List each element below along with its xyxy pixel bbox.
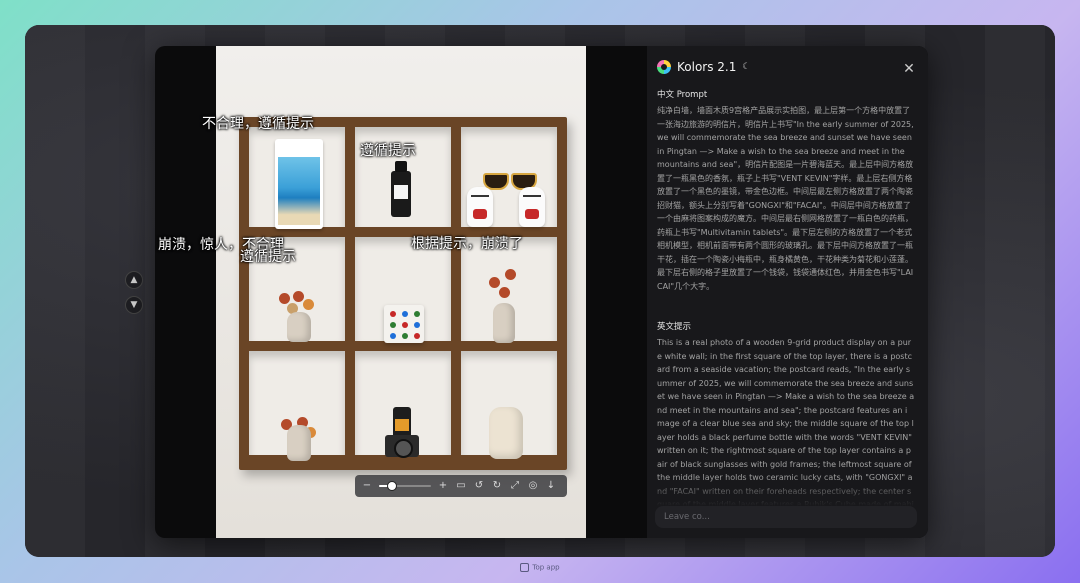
- annotation-label: 遵循提示: [360, 143, 416, 159]
- rotate-left-icon[interactable]: ↺: [473, 480, 485, 492]
- footer-brand: Top app: [0, 563, 1080, 572]
- money-bag: [489, 407, 523, 459]
- ceramic-vase: [493, 303, 515, 343]
- postcard: [275, 139, 323, 229]
- image-viewer-modal: − + ▭ ↺ ↻ ⤢ ◎ ↓ 不合理，遵循提示 遵循提示 崩溃，惊人，不合理 …: [155, 46, 928, 538]
- app-icon: [520, 563, 530, 572]
- fullscreen-icon[interactable]: ⤢: [509, 480, 521, 492]
- download-icon[interactable]: ↓: [545, 480, 557, 492]
- wooden-9-grid-shelf: [239, 117, 567, 470]
- mahjong-cube: [384, 305, 424, 343]
- moon-icon: ☾: [742, 62, 751, 72]
- zh-prompt-title: 中文 Prompt: [657, 90, 708, 100]
- lucky-cat: [519, 187, 545, 227]
- annotation-label: 遵循提示: [240, 249, 296, 265]
- lucky-cat: [467, 187, 493, 227]
- close-icon[interactable]: ✕: [902, 62, 916, 76]
- zh-prompt-text: 纯净白墙，墙面木质9宫格产品展示实拍图，最上层第一个方格中放置了一张海边旅游的明…: [657, 106, 914, 291]
- ceramic-vase: [287, 312, 311, 342]
- zoom-slider[interactable]: [379, 480, 431, 492]
- zoom-out-icon[interactable]: −: [361, 480, 373, 492]
- camera-model: [385, 435, 419, 458]
- annotation-label: 根据提示，崩溃了: [411, 236, 523, 252]
- prompt-panel: Kolors 2.1 ☾ ✕ 中文 Prompt 纯净白墙，墙面木质9宫格产品展…: [647, 46, 928, 538]
- original-size-icon[interactable]: ◎: [527, 480, 539, 492]
- annotation-label: 不合理，遵循提示: [202, 116, 314, 132]
- ceramic-vase: [287, 425, 311, 461]
- sunglasses: [483, 173, 537, 190]
- app-window: ▲ ▼ − + ▭ ↺ ↻ ⤢ ◎ ↓ 不合理，遵循提示 遵循提示 崩溃，惊人，…: [25, 25, 1055, 557]
- kolors-logo-icon: [657, 60, 671, 74]
- zoom-in-icon[interactable]: +: [437, 480, 449, 492]
- model-name: Kolors 2.1: [677, 60, 737, 74]
- image-toolbar: − + ▭ ↺ ↻ ⤢ ◎ ↓: [355, 475, 567, 497]
- comment-input[interactable]: Leave co...: [655, 506, 917, 528]
- fit-screen-icon[interactable]: ▭: [455, 480, 467, 492]
- previous-image-button[interactable]: ▲: [125, 271, 143, 289]
- rotate-right-icon[interactable]: ↻: [491, 480, 503, 492]
- model-header: Kolors 2.1 ☾: [657, 60, 750, 74]
- next-image-button[interactable]: ▼: [125, 296, 143, 314]
- en-prompt-title: 英文提示: [657, 322, 692, 332]
- perfume-bottle: [391, 161, 411, 217]
- dried-flowers: [485, 267, 525, 303]
